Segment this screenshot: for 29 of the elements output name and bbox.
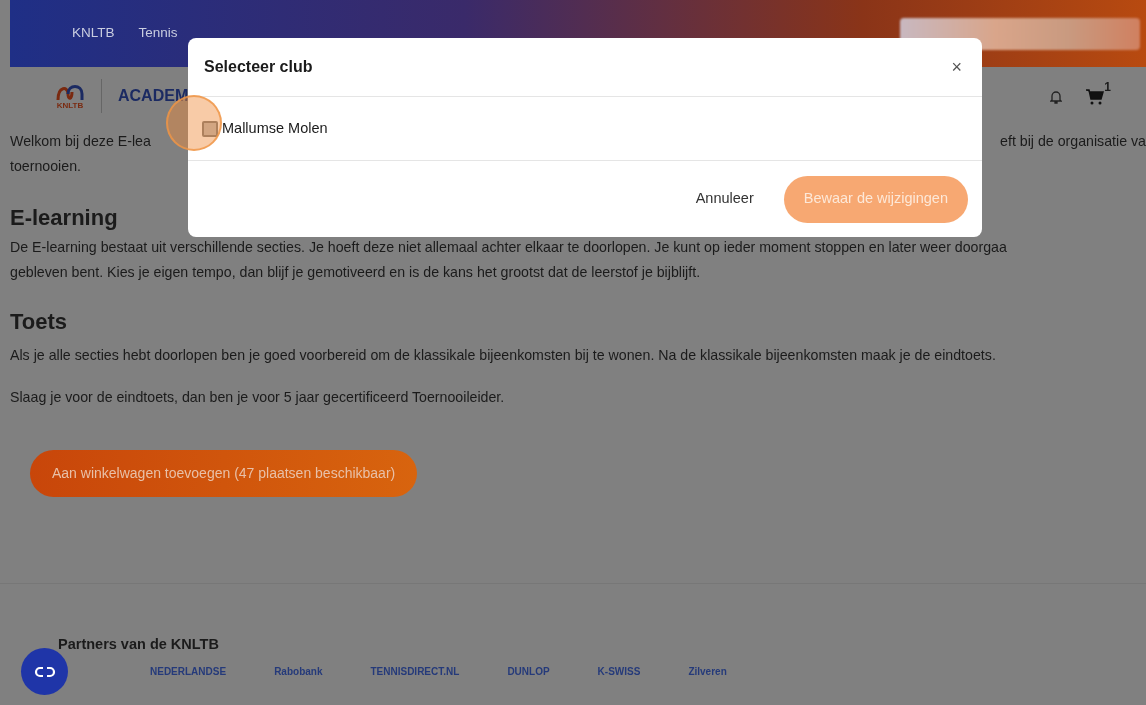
partners-title: Partners van de KNLTB [58,635,220,654]
checkbox[interactable] [202,120,218,137]
cancel-button[interactable]: Annuleer [689,187,760,211]
paragraph-line: gebleven bent. Kies je eigen tempo, dan blijf je gemotiveerd en is de kans het grootst dat de leerstof je bijblijft. [10,263,702,282]
brand-title: ACADEM [118,86,190,106]
link-icon [33,665,56,678]
partner-logo[interactable]: DUNLOP [507,663,550,679]
nav-link[interactable]: Tennis [138,23,178,44]
partner-logo[interactable]: Zilveren [688,663,727,679]
paragraph-line: Als je alle secties hebt doorlopen ben je goed voorbereid om de klassikale bijeenkomsten bij te wonen. Na de klassikale bijeenkomsten maak je de eindtoets. [10,346,997,365]
checkbox-label: Mallumse Molen [222,118,328,138]
close-button[interactable]: × [947,53,966,81]
partner-logo[interactable]: NEDERLANDSE [150,663,227,679]
chat-button[interactable] [21,648,68,695]
partner-logo[interactable]: TENNISDIRECT.NL [370,663,460,679]
add-to-cart-button[interactable]: Aan winkelwagen toevoegen (47 plaatsen beschikbaar) [30,450,418,497]
paragraph-line: De E-learning bestaat uit verschillende secties. Je hoeft deze niet allemaal achter elkaar te doorlopen. Je kunt op ieder moment stoppen en later weer doorgaa [10,238,1008,257]
section-heading: E-learning [10,204,118,232]
paragraph-line: Slaag je voor de eindtoets, dan ben je voor 5 jaar gecertificeerd Toernooileider. [10,388,506,407]
section-heading: Toets [10,308,68,336]
modal-title: Selecteer club [204,57,313,77]
knltb-logo[interactable]: KNLTB [55,82,85,110]
intro-text: toernooien. [10,157,82,176]
nav-link[interactable]: KNLTB [72,23,115,44]
intro-text: eft bij de organisatie va [1000,132,1146,151]
intro-text: Welkom bij deze E-lea [10,132,151,151]
cart-count: 1 [1104,78,1111,96]
partner-logo[interactable]: K-SWISS [597,663,641,679]
partner-logo[interactable]: Rabobank [274,663,323,679]
